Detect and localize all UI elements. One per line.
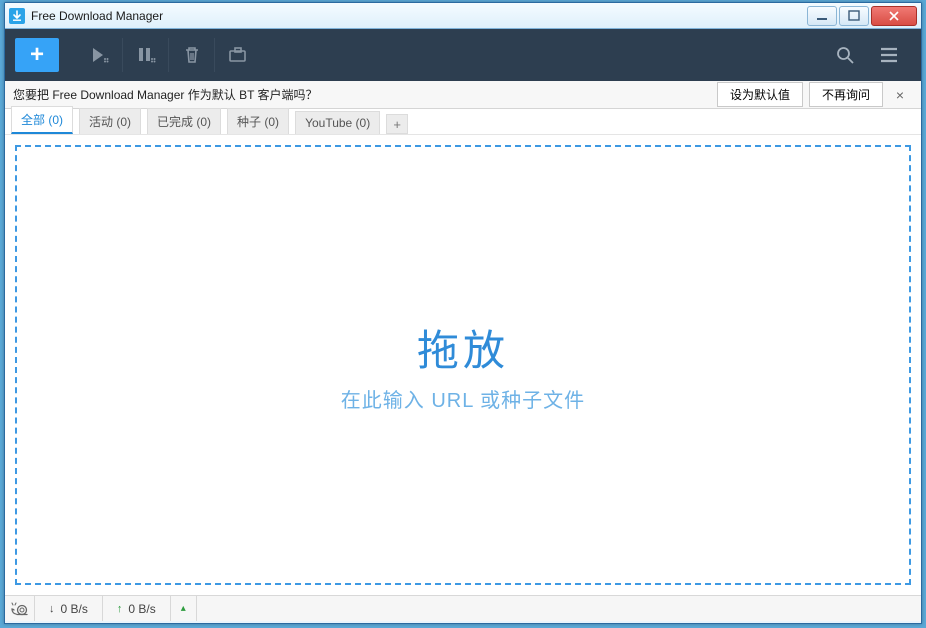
drop-title: 拖放 [417, 317, 509, 378]
tab-torrents[interactable]: 种子 (0) [227, 108, 289, 134]
drop-subtitle: 在此输入 URL 或种子文件 [341, 384, 585, 413]
download-speed-value: 0 B/s [61, 602, 88, 616]
download-speed: ↓ 0 B/s [35, 596, 103, 621]
down-arrow-icon: ↓ [49, 603, 55, 615]
minimize-icon [816, 10, 828, 22]
set-default-button[interactable]: 设为默认值 [717, 82, 803, 107]
prompt-close-button[interactable]: × [887, 87, 913, 103]
minimize-button[interactable] [807, 6, 837, 26]
upload-speed-value: 0 B/s [128, 602, 155, 616]
maximize-icon [848, 10, 860, 22]
window-title: Free Download Manager [31, 9, 807, 23]
trash-icon [183, 46, 201, 64]
menu-button[interactable] [867, 38, 911, 72]
filter-tabs: 全部 (0) 活动 (0) 已完成 (0) 种子 (0) YouTube (0)… [5, 109, 921, 135]
hamburger-icon [879, 45, 899, 65]
tab-all[interactable]: 全部 (0) [11, 106, 73, 134]
main-toolbar: + [5, 29, 921, 81]
drop-zone[interactable]: 拖放 在此输入 URL 或种子文件 [15, 145, 911, 585]
prompt-message: 您要把 Free Download Manager 作为默认 BT 客户端吗？ [13, 86, 711, 103]
status-bar: ↓ 0 B/s ↑ 0 B/s ▴ [5, 595, 921, 621]
pause-icon [136, 46, 156, 64]
window-controls [807, 6, 917, 26]
app-window: Free Download Manager + [4, 2, 922, 624]
search-icon [835, 45, 855, 65]
add-tab-button[interactable]: + [386, 114, 408, 134]
expand-details-button[interactable]: ▴ [171, 596, 197, 621]
tab-active[interactable]: 活动 (0) [79, 108, 141, 134]
tab-youtube[interactable]: YouTube (0) [295, 111, 380, 134]
delete-button[interactable] [169, 38, 215, 72]
tab-completed[interactable]: 已完成 (0) [147, 108, 221, 134]
close-button[interactable] [871, 6, 917, 26]
upload-speed: ↑ 0 B/s [103, 596, 171, 621]
dont-ask-button[interactable]: 不再询问 [809, 82, 883, 107]
pause-button[interactable] [123, 38, 169, 72]
speed-limit-button[interactable] [5, 596, 35, 621]
close-icon [888, 10, 900, 22]
start-button[interactable] [77, 38, 123, 72]
search-button[interactable] [823, 38, 867, 72]
folder-icon [228, 46, 248, 64]
app-icon [9, 8, 25, 24]
chevron-up-icon: ▴ [181, 603, 186, 614]
default-client-prompt: 您要把 Free Download Manager 作为默认 BT 客户端吗？ … [5, 81, 921, 109]
snail-icon [11, 602, 29, 616]
maximize-button[interactable] [839, 6, 869, 26]
play-icon [90, 46, 110, 64]
title-bar: Free Download Manager [5, 3, 921, 29]
move-to-folder-button[interactable] [215, 38, 261, 72]
up-arrow-icon: ↑ [117, 603, 123, 615]
download-list-area: 拖放 在此输入 URL 或种子文件 [5, 135, 921, 595]
add-download-button[interactable]: + [15, 38, 59, 72]
